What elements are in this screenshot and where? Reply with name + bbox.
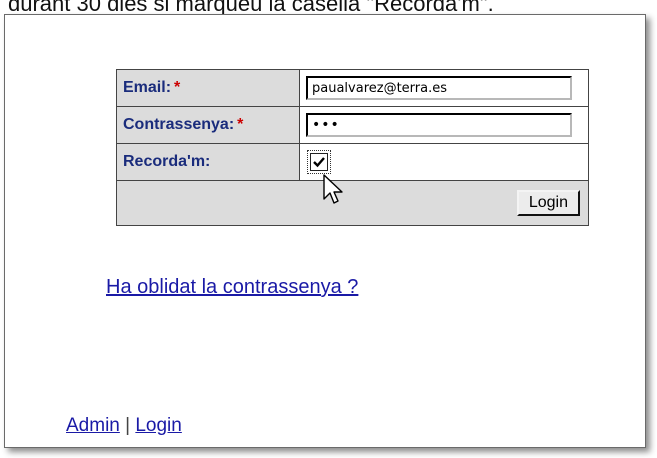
checkmark-icon: [313, 157, 325, 168]
email-required-mark: *: [174, 79, 181, 96]
password-label-cell: Contrassenya: *: [116, 106, 300, 144]
email-row: Email: *: [116, 69, 589, 107]
login-panel: Email:* Contrassenya:* Recorda'm:: [4, 14, 646, 448]
login-form-table: Email:* Contrassenya:* Recorda'm:: [116, 69, 589, 226]
footer-separator: |: [125, 415, 131, 436]
email-label-cell: Email: *: [116, 69, 300, 107]
remember-checkbox[interactable]: [307, 149, 331, 174]
login-button[interactable]: Login: [516, 190, 580, 216]
password-value-cell: [299, 106, 589, 144]
email-label: Email:: [123, 79, 172, 96]
password-required-mark: *: [237, 116, 244, 133]
email-value-cell: [299, 69, 589, 107]
mouse-cursor-icon: [323, 174, 343, 204]
password-label: Contrassenya:: [123, 116, 235, 133]
admin-link[interactable]: Admin: [66, 415, 120, 436]
password-row: Contrassenya: *: [116, 106, 589, 144]
password-input[interactable]: [306, 113, 572, 137]
remember-label-cell: Recorda'm:: [116, 143, 300, 181]
remember-row: Recorda'm:: [116, 143, 589, 181]
email-input[interactable]: [306, 76, 572, 100]
footer-links: Admin | Login: [66, 415, 182, 437]
action-row: Login: [116, 180, 589, 226]
remember-label: Recorda'm:: [123, 153, 211, 170]
forgot-password-link[interactable]: Ha oblidat la contrassenya ?: [106, 276, 358, 299]
footer-login-link[interactable]: Login: [135, 415, 182, 436]
action-cell: Login: [116, 180, 589, 226]
